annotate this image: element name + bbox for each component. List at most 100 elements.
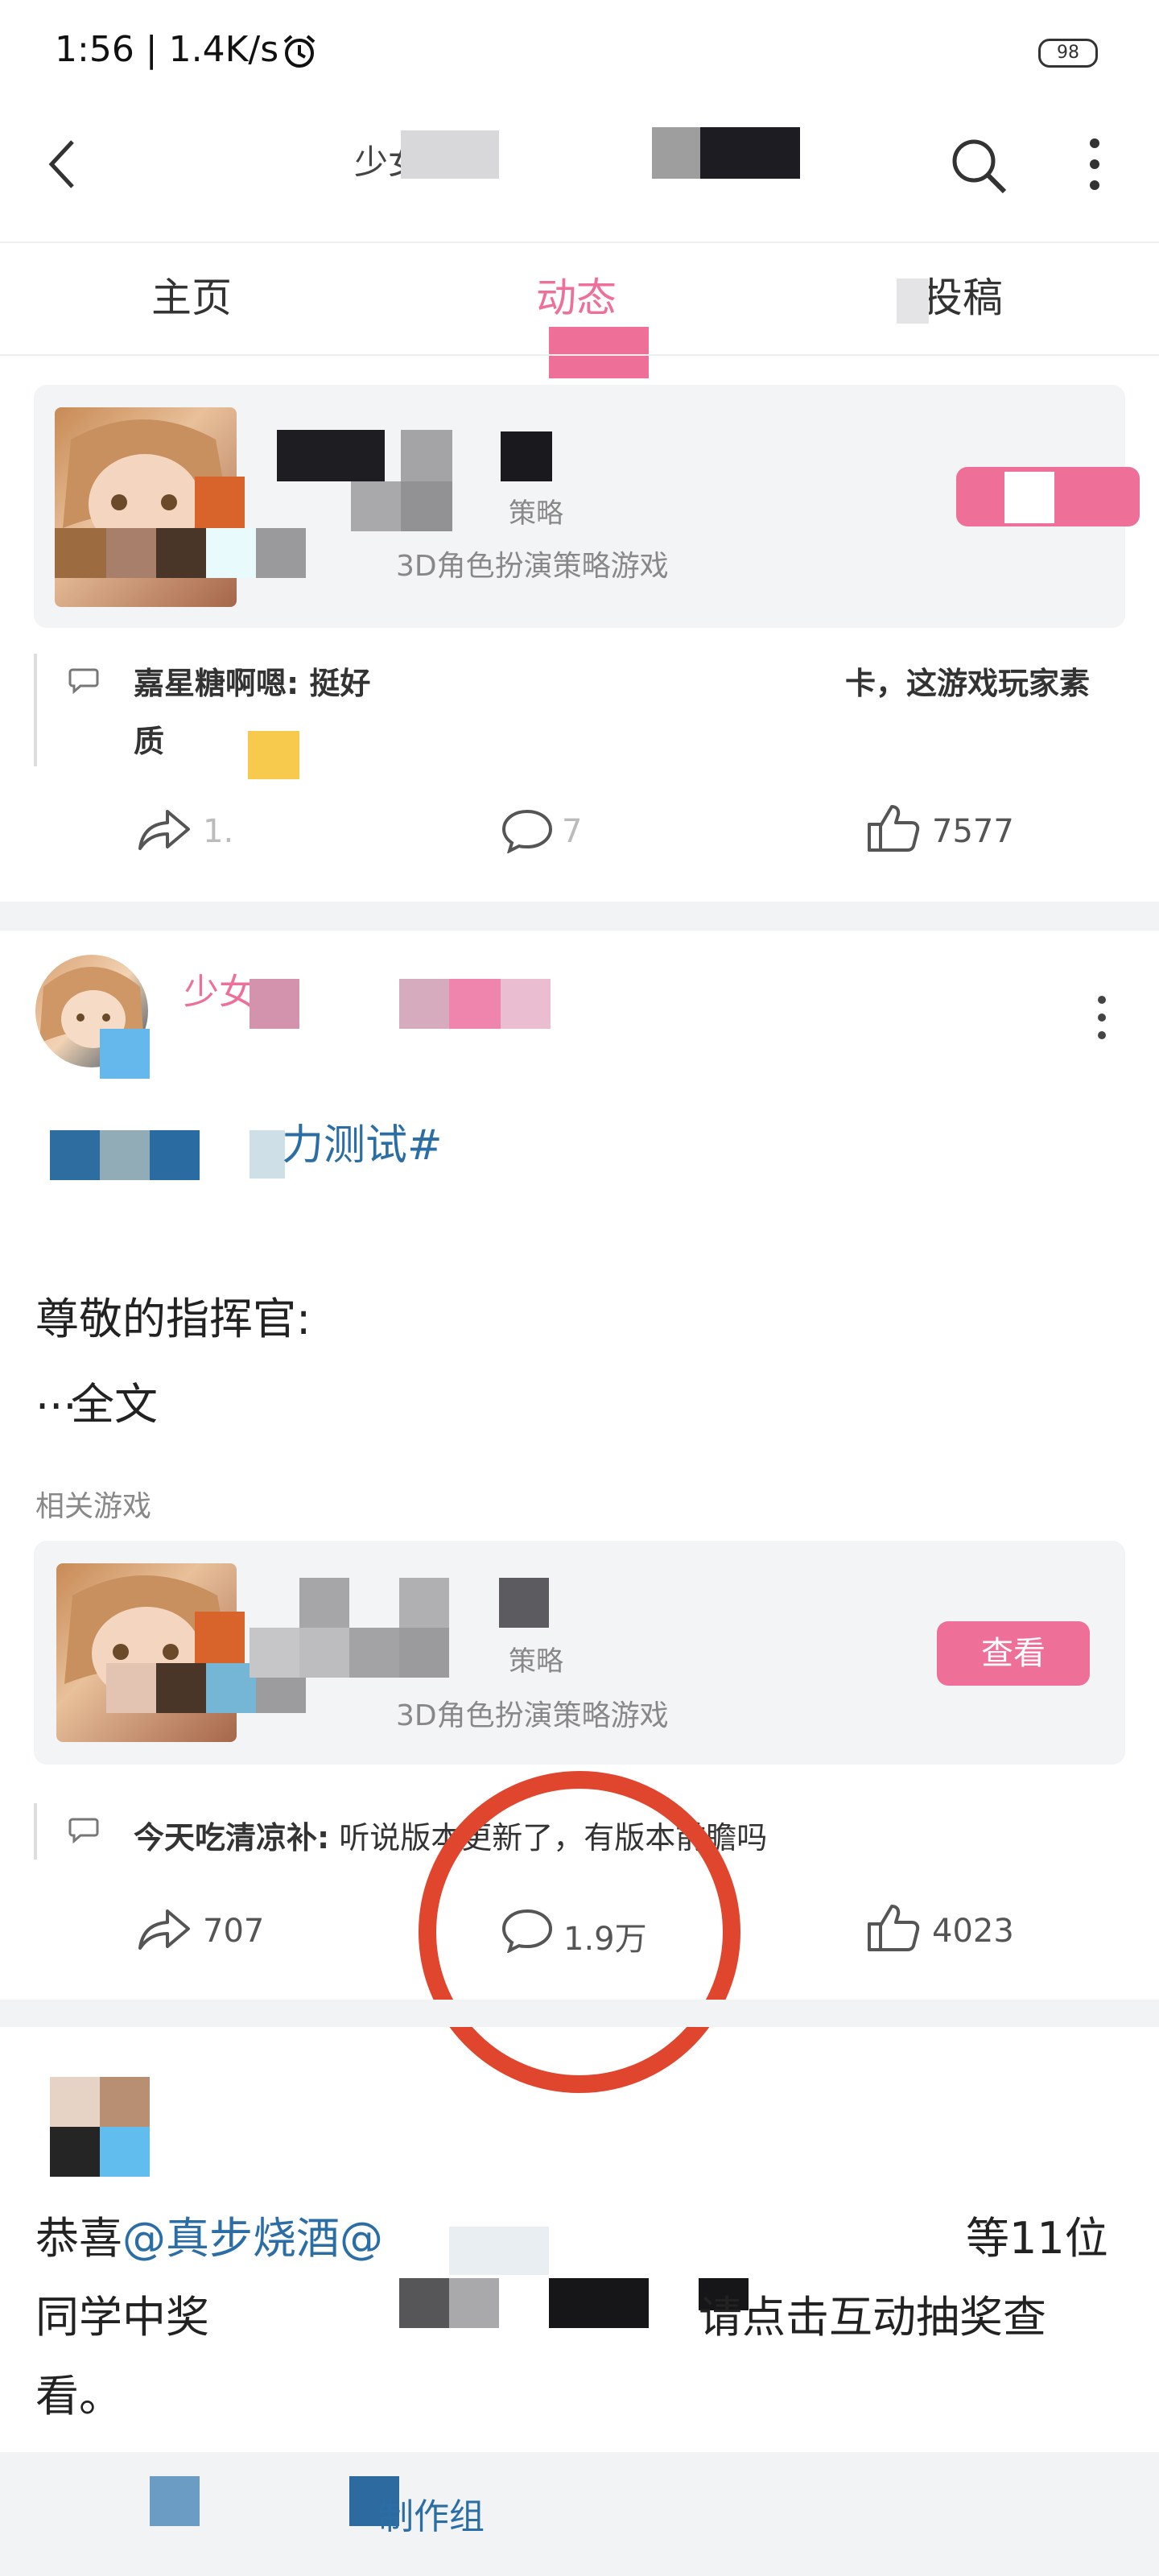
post-text-line2-end: 请点击互动抽奖查: [699, 2292, 1046, 2343]
avatar-mosaic: [100, 2077, 150, 2127]
comment-quote-bar: [34, 654, 37, 766]
like-icon[interactable]: [866, 803, 921, 853]
user-mention[interactable]: @真步烧酒@: [122, 2213, 383, 2264]
author-mosaic: [501, 979, 551, 1029]
name-mosaic: [299, 1578, 349, 1628]
comment-count: 7: [562, 813, 583, 850]
topic-mosaic: [250, 1130, 285, 1179]
name-mosaic: [501, 431, 552, 481]
related-game-card[interactable]: 策略 3D角色扮演策略游戏: [34, 385, 1140, 628]
name-mosaic: [401, 430, 452, 481]
share-icon[interactable]: [135, 807, 193, 852]
top-comment-text: 卡，这游戏玩家素: [845, 666, 1091, 701]
topic-mosaic: [50, 1130, 100, 1180]
name-mosaic: [349, 1628, 399, 1678]
author-mosaic: [250, 979, 299, 1029]
comment-bubble-icon: [68, 1818, 99, 1844]
thumb-mosaic: [206, 528, 256, 578]
post-text-suffix: 等11位: [966, 2213, 1108, 2264]
tab-active-indicator: [549, 327, 649, 378]
status-time: 1:56 | 1.4K/s: [55, 29, 279, 70]
top-comment-text-line2: 质: [134, 724, 165, 759]
game-description: 3D角色扮演策略游戏: [396, 1699, 669, 1732]
avatar-mosaic: [100, 2127, 150, 2177]
avatar-mosaic: [50, 2127, 100, 2177]
post-separator: [0, 902, 1159, 931]
title-mosaic: [652, 127, 700, 179]
share-count: 707: [203, 1913, 265, 1950]
post-separator: [0, 2000, 1159, 2027]
thumb-mosaic: [195, 1612, 245, 1663]
comment-mosaic: [248, 731, 299, 779]
title-mosaic: [700, 127, 800, 179]
comment-icon[interactable]: [501, 808, 554, 853]
post-text-line2-start: 同学中奖: [35, 2292, 209, 2343]
game-subtitle: 策略: [509, 497, 563, 530]
button-mosaic: [1004, 472, 1054, 523]
author-name[interactable]: 少女: [184, 963, 254, 1014]
like-count: 7577: [932, 813, 1014, 850]
thumb-mosaic: [55, 528, 106, 578]
topic-hashtag[interactable]: 力测试#: [282, 1111, 443, 1171]
name-mosaic: [299, 1628, 349, 1678]
text-mosaic: [449, 2278, 499, 2328]
post-more-icon[interactable]: [1095, 995, 1109, 1040]
name-mosaic: [399, 1578, 449, 1628]
tab-dynamics[interactable]: 动态: [536, 266, 617, 324]
related-games-label: 相关游戏: [35, 1490, 152, 1523]
battery-indicator: 98: [1038, 39, 1098, 68]
thumb-mosaic: [156, 528, 206, 578]
tabs-divider: [0, 354, 1159, 356]
post-body: 尊敬的指挥官:: [35, 1294, 311, 1344]
card-mosaic: [150, 2476, 200, 2526]
group-label[interactable]: 制作组: [378, 2487, 485, 2539]
avatar-mosaic: [50, 2077, 100, 2127]
name-mosaic: [351, 481, 401, 531]
top-comment-user: 今天吃清凉补:: [134, 1820, 330, 1856]
tab-submissions[interactable]: 投稿: [922, 266, 1003, 324]
comment-bubble-icon: [68, 668, 99, 695]
thumb-mosaic: [256, 528, 306, 578]
name-mosaic: [277, 430, 385, 481]
name-mosaic: [401, 481, 452, 531]
tab-mosaic: [897, 279, 929, 324]
more-options-icon[interactable]: [1085, 137, 1104, 192]
search-icon[interactable]: [948, 135, 1009, 196]
post-text-prefix: 恭喜: [35, 2213, 122, 2264]
game-description: 3D角色扮演策略游戏: [396, 550, 669, 583]
post-text-line1: 恭喜@真步烧酒@: [35, 2202, 383, 2266]
name-mosaic: [499, 1578, 549, 1628]
tab-home[interactable]: 主页: [151, 266, 232, 324]
thumb-mosaic: [206, 1663, 256, 1713]
author-mosaic: [449, 979, 501, 1029]
comment-quote-bar: [34, 1803, 37, 1860]
view-game-button[interactable]: 查看: [937, 1621, 1090, 1686]
read-more-link[interactable]: 全文: [71, 1368, 158, 1432]
topic-mosaic: [150, 1130, 200, 1180]
related-game-card[interactable]: 策略 3D角色扮演策略游戏 查看: [34, 1541, 1125, 1765]
name-mosaic: [399, 1628, 449, 1678]
highlight-circle: [419, 1771, 740, 2093]
text-mosaic: [549, 2278, 649, 2328]
text-mosaic: [449, 2227, 549, 2275]
text-mosaic: [399, 2278, 449, 2328]
share-icon[interactable]: [135, 1906, 193, 1951]
author-mosaic: [399, 979, 449, 1029]
share-count: 1.: [203, 813, 234, 850]
status-bar: 1:56 | 1.4K/s 98: [0, 0, 1159, 105]
thumb-mosaic: [195, 477, 245, 528]
avatar-mosaic: [100, 1029, 150, 1079]
like-icon[interactable]: [866, 1903, 921, 1953]
top-comment-user[interactable]: 嘉星糖啊嗯: 挺好: [134, 658, 370, 703]
thumb-mosaic: [156, 1663, 206, 1713]
alarm-icon: [283, 35, 316, 68]
topic-mosaic: [100, 1130, 150, 1180]
post-text-line3: 看。: [35, 2371, 122, 2421]
thumb-mosaic: [106, 1663, 156, 1713]
like-count: 4023: [932, 1913, 1014, 1950]
game-subtitle: 策略: [509, 1645, 563, 1678]
title-mosaic: [401, 130, 499, 179]
thumb-mosaic: [106, 528, 156, 578]
back-arrow-icon[interactable]: [45, 137, 80, 192]
name-mosaic: [250, 1628, 299, 1678]
